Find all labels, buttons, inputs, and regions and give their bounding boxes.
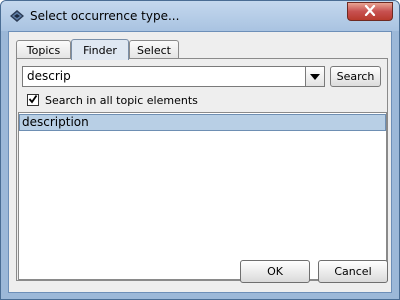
close-button[interactable] xyxy=(347,2,393,21)
checkbox-label: Search in all topic elements xyxy=(45,93,198,107)
tab-select[interactable]: Select xyxy=(129,40,179,59)
chevron-down-icon xyxy=(310,70,320,83)
list-item[interactable]: description xyxy=(19,114,386,131)
tab-topics[interactable]: Topics xyxy=(16,40,71,59)
tab-label: Topics xyxy=(26,43,61,57)
topic-map-icon xyxy=(9,9,25,23)
search-button[interactable]: Search xyxy=(330,66,381,87)
search-input[interactable]: descrip xyxy=(22,66,306,87)
tab-label: Select xyxy=(137,43,171,57)
search-button-label: Search xyxy=(336,70,375,83)
dialog-content: Topics Finder Select descrip Search Sear… xyxy=(8,31,392,293)
ok-button-label: OK xyxy=(267,265,283,278)
close-icon xyxy=(364,4,376,19)
finder-panel: descrip Search Search in all topic eleme… xyxy=(16,58,388,281)
tab-finder[interactable]: Finder xyxy=(71,39,129,60)
cancel-button-label: Cancel xyxy=(334,265,372,278)
dialog-window: Select occurrence type... Topics Finder … xyxy=(0,0,400,300)
window-title: Select occurrence type... xyxy=(30,9,180,23)
title-bar[interactable]: Select occurrence type... xyxy=(1,1,399,31)
cancel-button[interactable]: Cancel xyxy=(318,260,388,283)
results-list[interactable]: description xyxy=(18,112,387,280)
dropdown-button[interactable] xyxy=(306,66,325,87)
search-all-checkbox[interactable] xyxy=(27,94,39,106)
search-all-option: Search in all topic elements xyxy=(27,93,198,107)
tab-label: Finder xyxy=(83,43,117,57)
checkmark-icon xyxy=(28,94,38,107)
ok-button[interactable]: OK xyxy=(240,260,310,283)
